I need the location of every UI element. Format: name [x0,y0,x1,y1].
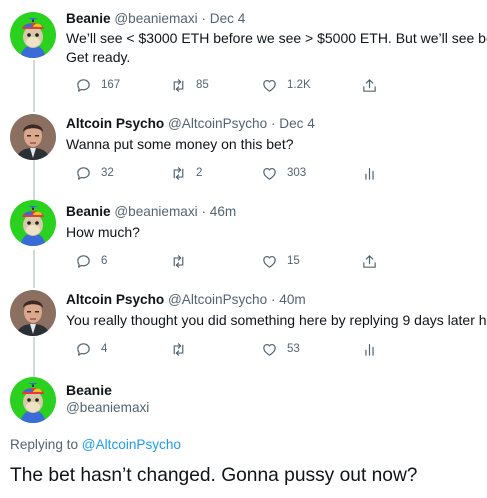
retweet-icon [170,341,187,358]
reply-icon [75,77,92,94]
tweet-text-line: Get ready. [66,49,131,65]
author-handle[interactable]: @beaniemaxi [114,11,197,26]
author-name[interactable]: Beanie [66,204,111,219]
tweet-header: Beanie @beaniemaxi · 46m [66,203,236,221]
author-handle[interactable]: @AltcoinPsycho [168,116,267,131]
tweet-header: Beanie @beaniemaxi · Dec 4 [66,10,245,28]
author-name[interactable]: Beanie [66,11,111,26]
reply-button[interactable]: 167 [66,75,120,95]
author-handle[interactable]: @AltcoinPsycho [168,292,267,307]
reply-icon [75,165,92,182]
retweet-icon [170,253,187,270]
share-icon [361,77,378,94]
tweet-actions: 167 85 1.2K [66,75,466,95]
tweet-text-line: Wanna put some money on this bet? [66,136,294,152]
retweets-count: 85 [196,79,209,91]
analytics-button[interactable] [352,339,378,359]
analytics-icon [361,165,378,182]
retweet-button[interactable]: 85 [161,75,209,95]
author-name[interactable]: Beanie [66,382,112,398]
replies-count: 6 [101,255,108,267]
like-button[interactable]: 303 [252,163,306,183]
tweet-text-line: You really thought you did something her… [66,312,487,328]
reply-button[interactable]: 32 [66,163,114,183]
tweet-text: How much? [66,223,140,242]
tweet-actions: 32 2 303 [66,163,466,183]
tweet-text: You really thought you did something her… [66,311,487,330]
tweet[interactable]: Beanie @beaniemaxi · Dec 4 We’ll see < $… [0,0,487,100]
timestamp[interactable]: Dec 4 [279,116,315,131]
retweet-button[interactable] [161,251,196,271]
author-handle[interactable]: @beaniemaxi [114,204,197,219]
retweet-button[interactable] [161,339,196,359]
tweet-actions: 4 53 [66,339,466,359]
separator: · [201,11,206,26]
focused-tweet-text: The bet hasn’t changed. Gonna pussy out … [10,465,418,486]
retweets-count: 2 [196,167,203,179]
reply-button[interactable]: 6 [66,251,107,271]
analytics-icon [361,341,378,358]
avatar[interactable] [10,12,56,58]
replies-count: 167 [101,79,121,91]
replying-to: Replying to @AltcoinPsycho [10,437,181,452]
reply-button[interactable]: 4 [66,339,107,359]
timestamp[interactable]: 40m [279,292,305,307]
likes-count: 1.2K [287,79,311,91]
tweet-actions: 6 15 [66,251,466,271]
share-button[interactable] [352,75,378,95]
reply-icon [75,253,92,270]
author-name[interactable]: Altcoin Psycho [66,292,164,307]
tweet[interactable]: Altcoin Psycho @AltcoinPsycho · Dec 4 Wa… [0,100,487,190]
avatar[interactable] [10,114,56,160]
share-button[interactable] [352,251,378,271]
timestamp[interactable]: 46m [210,204,236,219]
tweet-text-line: We’ll see < $3000 ETH before we see > $5… [66,30,487,46]
author-name[interactable]: Altcoin Psycho [66,116,164,131]
share-icon [361,253,378,270]
retweet-icon [170,77,187,94]
tweet-text-line: How much? [66,224,140,240]
timestamp[interactable]: Dec 4 [210,11,246,26]
like-button[interactable]: 15 [252,251,300,271]
avatar[interactable] [10,200,56,246]
avatar[interactable] [10,290,56,336]
tweet-text: Wanna put some money on this bet? [66,135,294,154]
avatar[interactable] [10,377,56,423]
likes-count: 15 [287,255,300,267]
tweet-header: Altcoin Psycho @AltcoinPsycho · Dec 4 [66,115,315,133]
author-handle[interactable]: @beaniemaxi [66,400,149,415]
replying-to-label: Replying to [10,437,82,452]
tweet[interactable]: Beanie @beaniemaxi · 46m How much? 6 15 [0,190,487,280]
like-icon [261,253,278,270]
reply-icon [75,341,92,358]
replies-count: 4 [101,343,108,355]
replies-count: 32 [101,167,114,179]
likes-count: 303 [287,167,307,179]
mention-link[interactable]: @AltcoinPsycho [82,437,181,452]
retweet-button[interactable]: 2 [161,163,202,183]
retweet-icon [170,165,187,182]
separator: · [270,116,276,131]
like-icon [261,77,278,94]
likes-count: 53 [287,343,300,355]
tweet-text: We’ll see < $3000 ETH before we see > $5… [66,29,487,67]
separator: · [270,292,276,307]
like-icon [261,165,278,182]
tweet-header: Altcoin Psycho @AltcoinPsycho · 40m [66,291,306,309]
like-icon [261,341,278,358]
like-button[interactable]: 1.2K [252,75,311,95]
separator: · [201,204,206,219]
analytics-button[interactable] [352,163,378,183]
like-button[interactable]: 53 [252,339,300,359]
tweet[interactable]: Altcoin Psycho @AltcoinPsycho · 40m You … [0,280,487,370]
